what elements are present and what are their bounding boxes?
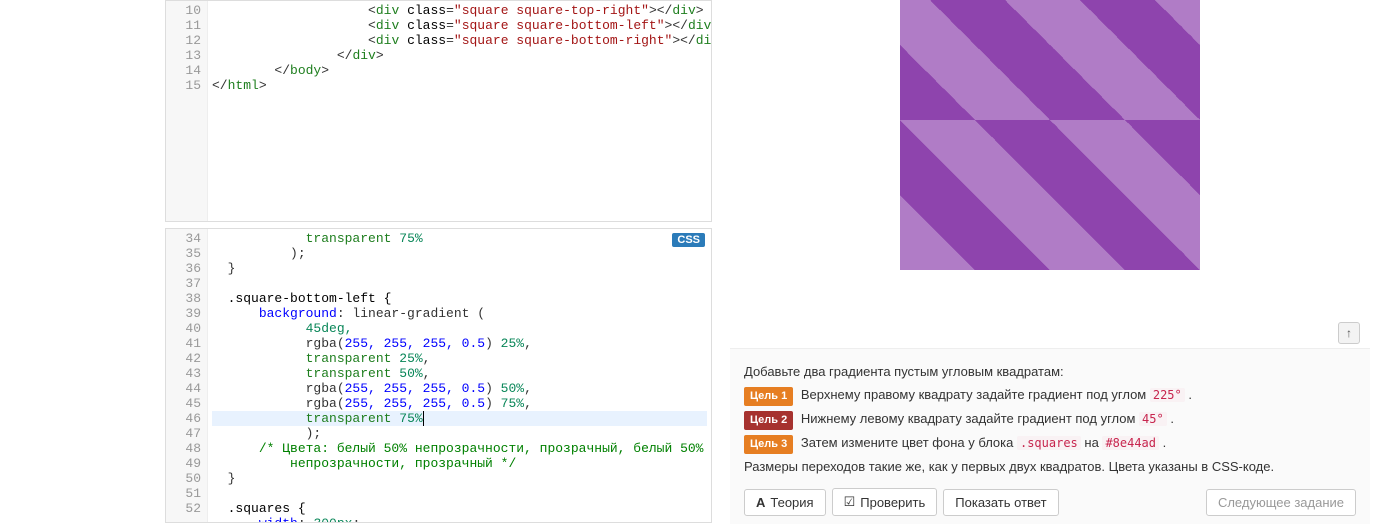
goal-3-text: Затем измените цвет фона у блока xyxy=(801,435,1017,450)
check-button[interactable]: ☑Проверить xyxy=(832,488,938,516)
goal-1-code: 225° xyxy=(1150,388,1185,402)
goal-3-badge: Цель 3 xyxy=(744,435,793,454)
check-icon: ☑ xyxy=(844,494,856,510)
arrow-up-icon: ↑ xyxy=(1346,326,1352,340)
task-panel: Добавьте два градиента пустым угловым кв… xyxy=(730,348,1370,480)
goal-2-badge: Цель 2 xyxy=(744,411,793,430)
goal-3-code1: .squares xyxy=(1017,436,1081,450)
css-badge: CSS xyxy=(672,233,705,247)
theory-button[interactable]: AТеория xyxy=(744,489,826,516)
goal-1-text: Верхнему правому квадрату задайте градие… xyxy=(801,387,1150,402)
button-bar: AТеория ☑Проверить Показать ответ Следую… xyxy=(730,480,1370,524)
preview-pane xyxy=(730,0,1370,348)
goal-2-text: Нижнему левому квадрату задайте градиент… xyxy=(801,411,1139,426)
goal-1-badge: Цель 1 xyxy=(744,387,793,406)
show-answer-button[interactable]: Показать ответ xyxy=(943,489,1058,516)
goal-3-code2: #8e44ad xyxy=(1102,436,1159,450)
squares-demo xyxy=(900,0,1200,270)
task-intro: Добавьте два градиента пустым угловым кв… xyxy=(744,362,1356,382)
goal-2-code: 45° xyxy=(1139,412,1167,426)
scroll-top-button[interactable]: ↑ xyxy=(1338,322,1360,344)
task-note: Размеры переходов такие же, как у первых… xyxy=(744,457,1356,477)
html-editor[interactable]: 101112131415 <div class="square square-t… xyxy=(165,0,712,222)
css-editor[interactable]: CSS 343536373839404142434445464748495051… xyxy=(165,228,712,523)
next-task-button[interactable]: Следующее задание xyxy=(1206,489,1356,516)
